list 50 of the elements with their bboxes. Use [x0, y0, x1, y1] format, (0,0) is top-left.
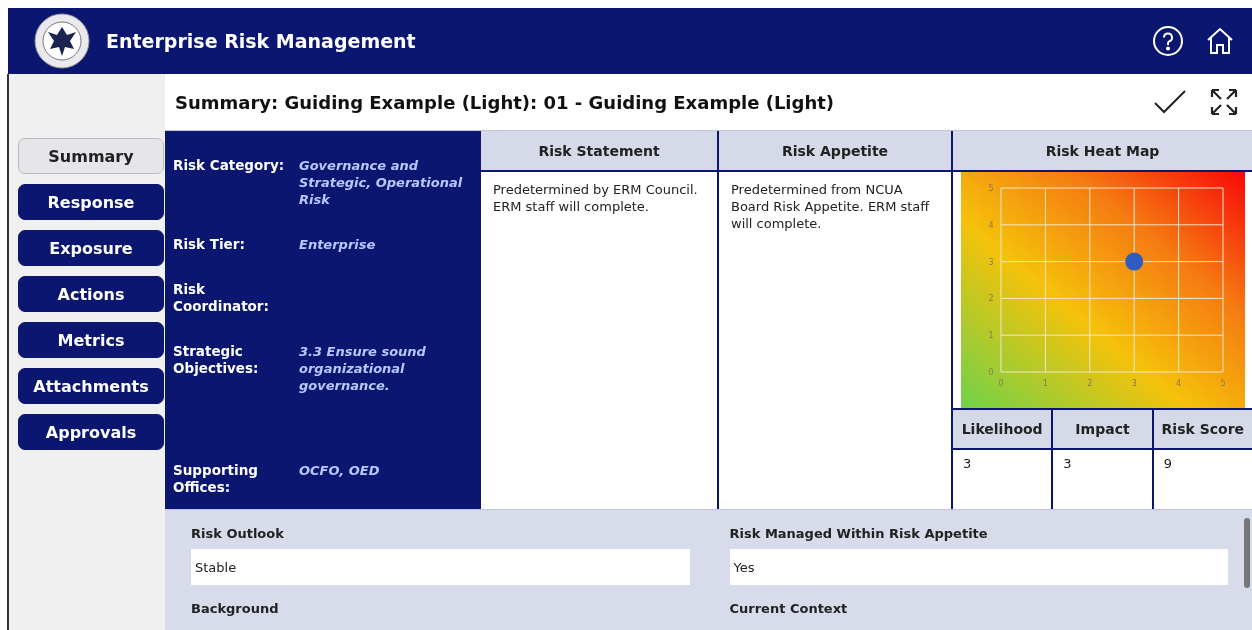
- field-label: Background: [191, 601, 280, 616]
- nav-tab[interactable]: Metrics: [18, 322, 164, 358]
- help-icon[interactable]: [1150, 23, 1186, 59]
- detail-label: Risk Category:: [173, 157, 286, 175]
- y-tick-label: 4: [988, 220, 994, 230]
- statement-text: Predetermined by ERM Council. ERM staff will complete.: [492, 181, 699, 216]
- score-value: 3: [962, 455, 973, 473]
- nav-tab[interactable]: Attachments: [18, 368, 164, 404]
- score-value: 3: [1062, 455, 1073, 473]
- y-tick-label: 0: [988, 368, 994, 377]
- detail-value: Enterprise: [299, 236, 377, 253]
- nav-tab[interactable]: Actions: [18, 276, 164, 312]
- x-tick-label: 1: [1042, 379, 1048, 388]
- detail-label: Risk Coordinator:: [173, 281, 270, 315]
- score-value: 9: [1162, 455, 1173, 473]
- column-heading: Risk Statement: [481, 131, 717, 172]
- page-title: Summary: Guiding Example (Light): 01 - Guiding Example (Light): [175, 91, 836, 113]
- column-heading: Risk Appetite: [719, 131, 951, 172]
- scrollbar-thumb[interactable]: [1244, 518, 1250, 588]
- x-tick-label: 3: [1131, 379, 1137, 388]
- x-tick-label: 4: [1176, 379, 1182, 388]
- field-label: Risk Outlook: [191, 526, 285, 541]
- nav-tab[interactable]: Response: [18, 184, 164, 220]
- seal-logo: [34, 13, 90, 69]
- score-heading: Impact: [1053, 410, 1152, 450]
- detail-label: Risk Tier:: [173, 236, 246, 253]
- field-label: Risk Managed Within Risk Appetite: [729, 526, 989, 541]
- y-tick-label: 3: [988, 257, 994, 267]
- y-tick-label: 2: [988, 294, 994, 304]
- app-title: Enterprise Risk Management: [106, 30, 417, 52]
- detail-value: OCFO, OED: [299, 462, 381, 480]
- score-heading: Likelihood: [953, 410, 1052, 450]
- field-label: Current Context: [729, 601, 849, 616]
- column-heading: Risk Heat Map: [953, 131, 1252, 172]
- detail-label: Strategic Objectives:: [173, 343, 260, 378]
- detail-value: Governance and Strategic, Operational Risk: [299, 157, 464, 208]
- x-tick-label: 2: [1087, 379, 1093, 388]
- x-tick-label: 5: [1220, 379, 1226, 388]
- appetite-text: Predetermined from NCUA Board Risk Appetite. ERM staff will complete.: [730, 181, 931, 233]
- y-tick-label: 1: [988, 331, 994, 341]
- x-tick-label: 0: [998, 379, 1004, 388]
- nav-tab[interactable]: Summary: [18, 138, 164, 174]
- detail-value: 3.3 Ensure sound organizational governance.: [299, 343, 427, 394]
- detail-label: Supporting Offices:: [173, 462, 259, 496]
- y-tick-label: 5: [988, 184, 994, 193]
- nav-tab[interactable]: Exposure: [18, 230, 164, 266]
- input-field[interactable]: Yes: [729, 549, 1228, 585]
- score-heading: Risk Score: [1153, 410, 1252, 450]
- nav-tab[interactable]: Approvals: [18, 414, 164, 450]
- input-field[interactable]: Stable: [191, 549, 690, 585]
